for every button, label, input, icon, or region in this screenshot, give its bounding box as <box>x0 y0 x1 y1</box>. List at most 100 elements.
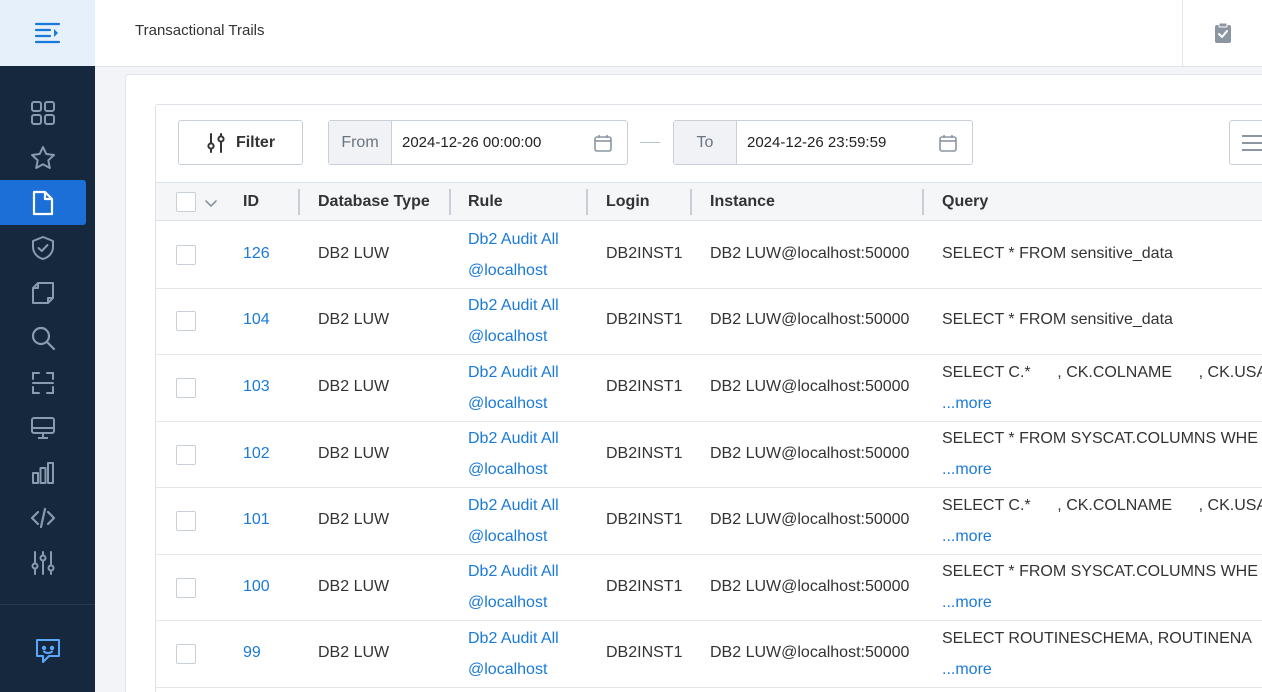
row-query: SELECT C.* , CK.COLNAME , CK.USA <box>942 497 1262 514</box>
table-row[interactable]: 100 DB2 LUW Db2 Audit All @localhost DB2… <box>156 555 1262 621</box>
rule-name: Db2 Audit All <box>468 297 559 314</box>
row-db-type: DB2 LUW <box>318 378 390 395</box>
calendar-icon[interactable] <box>938 133 958 153</box>
row-rule-link[interactable]: Db2 Audit All @localhost <box>468 290 559 352</box>
column-resizer[interactable] <box>922 189 924 215</box>
row-id-link[interactable]: 126 <box>243 245 270 263</box>
sidebar-item-reports[interactable] <box>0 180 86 225</box>
table-row[interactable]: 104 DB2 LUW Db2 Audit All @localhost DB2… <box>156 289 1262 355</box>
row-query: SELECT ROUTINESCHEMA, ROUTINENA <box>942 630 1252 647</box>
sidebar-item-copies[interactable] <box>0 270 86 315</box>
clipboard-check-icon <box>1214 22 1231 43</box>
top-header: Transactional Trails <box>95 0 1262 67</box>
from-label: From <box>329 121 392 164</box>
chevron-down-icon[interactable] <box>204 196 218 210</box>
row-rule-link[interactable]: Db2 Audit All @localhost <box>468 623 559 685</box>
row-query: SELECT * FROM SYSCAT.COLUMNS WHE <box>942 563 1258 580</box>
row-checkbox[interactable] <box>176 445 196 465</box>
row-rule-link[interactable]: Db2 Audit All @localhost <box>468 357 559 419</box>
sidebar-item-settings[interactable] <box>0 540 86 585</box>
row-id-link[interactable]: 101 <box>243 511 270 529</box>
row-instance: DB2 LUW@localhost:50000 <box>710 578 910 595</box>
column-header-login[interactable]: Login <box>606 183 650 221</box>
table-row[interactable]: 101 DB2 LUW Db2 Audit All @localhost DB2… <box>156 488 1262 555</box>
table-row[interactable]: 126 DB2 LUW Db2 Audit All @localhost DB2… <box>156 221 1262 289</box>
row-query: SELECT * FROM SYSCAT.COLUMNS WHE <box>942 430 1258 447</box>
bar-chart-icon <box>32 461 54 484</box>
to-date-field[interactable]: To 2024-12-26 23:59:59 <box>673 120 973 165</box>
table-row[interactable]: 99 DB2 LUW Db2 Audit All @localhost DB2I… <box>156 621 1262 688</box>
row-db-type: DB2 LUW <box>318 578 390 595</box>
row-checkbox[interactable] <box>176 311 196 331</box>
row-rule-link[interactable]: Db2 Audit All @localhost <box>468 490 559 552</box>
row-query-cell: SELECT C.* , CK.COLNAME , CK.USA ...more <box>942 357 1262 419</box>
row-query-cell: SELECT C.* , CK.COLNAME , CK.USA ...more <box>942 490 1262 552</box>
table-header: ID Database Type Rule Login Instance Que… <box>156 182 1262 221</box>
column-resizer[interactable] <box>298 189 300 215</box>
column-resizer[interactable] <box>690 189 692 215</box>
rule-name: Db2 Audit All <box>468 563 559 580</box>
row-db-type: DB2 LUW <box>318 511 390 528</box>
table-row[interactable]: 102 DB2 LUW Db2 Audit All @localhost DB2… <box>156 422 1262 488</box>
from-date-value[interactable]: 2024-12-26 00:00:00 <box>392 134 593 151</box>
chat-feedback-icon <box>35 638 60 663</box>
column-menu-button[interactable] <box>1229 120 1262 165</box>
sidebar-item-scan[interactable] <box>0 360 86 405</box>
row-checkbox[interactable] <box>176 578 196 598</box>
rule-name: Db2 Audit All <box>468 364 559 381</box>
more-link[interactable]: ...more <box>942 654 1252 685</box>
row-id-link[interactable]: 104 <box>243 311 270 329</box>
select-all-checkbox[interactable] <box>176 192 196 212</box>
from-date-field[interactable]: From 2024-12-26 00:00:00 <box>328 120 628 165</box>
column-header-rule[interactable]: Rule <box>468 183 503 221</box>
column-header-database-type[interactable]: Database Type <box>318 183 430 221</box>
sidebar <box>0 0 95 692</box>
table-row[interactable]: 103 DB2 LUW Db2 Audit All @localhost DB2… <box>156 355 1262 422</box>
sidebar-item-code[interactable] <box>0 495 86 540</box>
row-rule-link[interactable]: Db2 Audit All @localhost <box>468 224 559 286</box>
more-link[interactable]: ...more <box>942 521 1262 552</box>
row-id-link[interactable]: 100 <box>243 578 270 596</box>
date-range-separator <box>640 142 660 143</box>
row-id-link[interactable]: 99 <box>243 644 261 662</box>
calendar-icon[interactable] <box>593 133 613 153</box>
row-query-cell: SELECT * FROM SYSCAT.COLUMNS WHE ...more <box>942 556 1258 618</box>
filter-button[interactable]: Filter <box>178 120 303 165</box>
sidebar-item-search[interactable] <box>0 315 86 360</box>
row-checkbox[interactable] <box>176 644 196 664</box>
rule-host: @localhost <box>468 262 548 279</box>
row-login: DB2INST1 <box>606 311 683 328</box>
row-id-link[interactable]: 102 <box>243 445 270 463</box>
filter-label: Filter <box>235 133 276 151</box>
sidebar-item-security[interactable] <box>0 225 86 270</box>
sidebar-toggle[interactable] <box>0 0 95 66</box>
row-rule-link[interactable]: Db2 Audit All @localhost <box>468 556 559 618</box>
column-header-instance[interactable]: Instance <box>710 183 775 221</box>
sidebar-item-analytics[interactable] <box>0 450 86 495</box>
sidebar-item-favorites[interactable] <box>0 135 86 180</box>
row-instance: DB2 LUW@localhost:50000 <box>710 245 910 262</box>
column-header-id[interactable]: ID <box>243 183 259 221</box>
row-db-type: DB2 LUW <box>318 445 390 462</box>
column-header-query[interactable]: Query <box>942 183 988 221</box>
row-rule-link[interactable]: Db2 Audit All @localhost <box>468 423 559 485</box>
monitor-icon <box>31 416 55 439</box>
more-link[interactable]: ...more <box>942 454 1258 485</box>
sidebar-item-monitor[interactable] <box>0 405 86 450</box>
row-query: SELECT * FROM sensitive_data <box>942 311 1173 328</box>
sidebar-feedback[interactable] <box>0 604 95 692</box>
more-link[interactable]: ...more <box>942 388 1262 419</box>
sliders-icon <box>31 550 55 575</box>
column-resizer[interactable] <box>586 189 588 215</box>
tasks-button[interactable] <box>1182 0 1262 66</box>
sidebar-item-dashboard[interactable] <box>0 90 86 135</box>
column-resizer[interactable] <box>449 189 451 215</box>
to-date-value[interactable]: 2024-12-26 23:59:59 <box>737 134 938 151</box>
row-id-link[interactable]: 103 <box>243 378 270 396</box>
more-link[interactable]: ...more <box>942 587 1258 618</box>
row-db-type: DB2 LUW <box>318 311 390 328</box>
row-query: SELECT * FROM sensitive_data <box>942 245 1173 262</box>
row-checkbox[interactable] <box>176 378 196 398</box>
row-checkbox[interactable] <box>176 245 196 265</box>
row-checkbox[interactable] <box>176 511 196 531</box>
